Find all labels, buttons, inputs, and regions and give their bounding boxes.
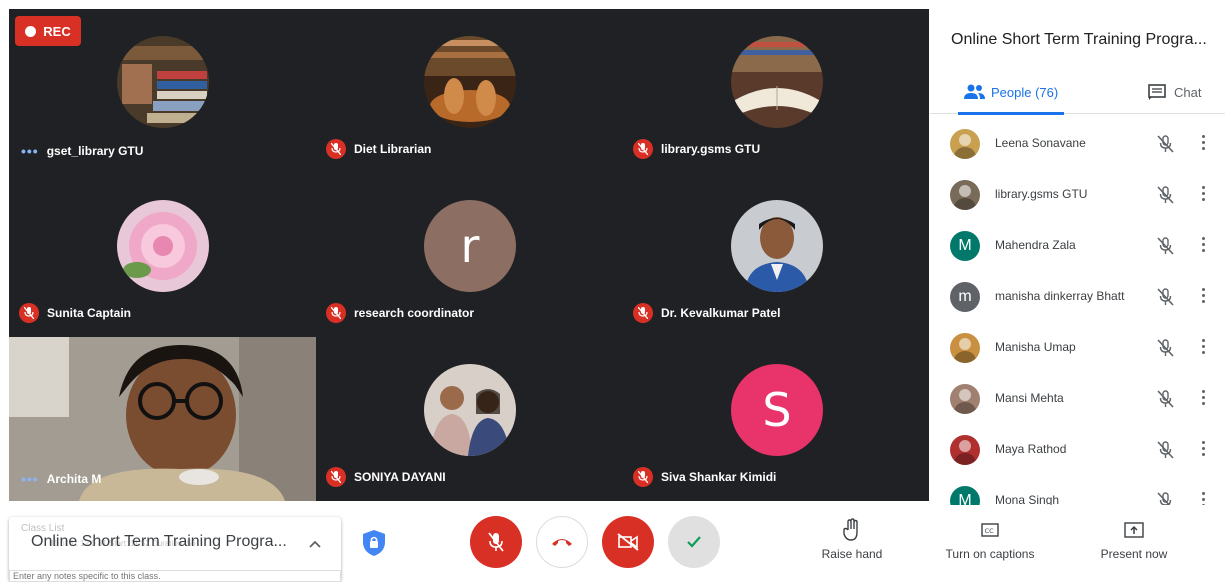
captions-button[interactable]: CC Turn on captions <box>930 517 1050 561</box>
participant-name: ••• Archita M <box>21 471 102 487</box>
participant-row[interactable]: Maya Rathod <box>930 425 1225 476</box>
tab-chat[interactable]: Chat <box>1148 70 1201 114</box>
participant-row[interactable]: library.gsms GTU <box>930 170 1225 221</box>
participant-name: SONIYA DAYANI <box>326 467 446 487</box>
participant-name: Manisha Umap <box>995 340 1076 354</box>
more-options-icon[interactable] <box>1202 441 1206 459</box>
leave-call-button[interactable] <box>536 516 588 568</box>
meeting-controls-bar: Class List 81 of 81 12 0 81 Start: 11:52… <box>0 505 1225 582</box>
attendance-check-button[interactable] <box>668 516 720 568</box>
avatar <box>424 36 516 128</box>
present-screen-icon <box>1124 522 1144 538</box>
tab-people[interactable]: People (76) <box>957 70 1065 115</box>
participant-row[interactable]: Manisha Umap <box>930 323 1225 374</box>
class-notes-input[interactable] <box>9 570 341 582</box>
participant-name: research coordinator <box>326 303 474 323</box>
present-now-button[interactable]: Present now <box>1074 517 1194 561</box>
mic-off-icon <box>1155 440 1175 465</box>
mic-off-icon <box>633 467 653 487</box>
panel-tabs: People (76) Chat <box>930 70 1225 115</box>
participant-name: Mansi Mehta <box>995 391 1064 405</box>
people-icon <box>964 84 985 99</box>
avatar <box>117 36 209 128</box>
participant-row[interactable]: Mansi Mehta <box>930 374 1225 425</box>
avatar: m <box>950 282 980 312</box>
avatar <box>117 200 209 292</box>
participant-tile[interactable]: library.gsms GTU <box>623 9 929 173</box>
avatar <box>731 200 823 292</box>
avatar <box>731 36 823 128</box>
participant-name: Siva Shankar Kimidi <box>633 467 776 487</box>
participant-name: Diet Librarian <box>326 139 431 159</box>
mic-off-icon <box>1155 185 1175 210</box>
mic-off-icon <box>1155 389 1175 414</box>
shield-lock-icon[interactable] <box>362 529 386 557</box>
speaking-indicator-icon: ••• <box>21 471 39 487</box>
avatar: S <box>731 364 823 456</box>
raise-hand-button[interactable]: Raise hand <box>792 517 912 561</box>
mic-off-icon <box>1155 338 1175 363</box>
mic-off-icon <box>1155 287 1175 312</box>
checkmark-icon <box>687 536 701 548</box>
mic-off-icon <box>1155 236 1175 261</box>
avatar <box>950 384 980 414</box>
participant-tile[interactable]: r research coordinator <box>316 173 622 337</box>
participant-name: Mahendra Zala <box>995 238 1076 252</box>
meeting-details-card[interactable]: Class List 81 of 81 12 0 81 Start: 11:52… <box>9 517 341 582</box>
camera-off-icon <box>617 533 639 551</box>
participant-name: Maya Rathod <box>995 442 1067 456</box>
more-options-icon[interactable] <box>1202 135 1206 153</box>
participant-name: Leena Sonavane <box>995 136 1086 150</box>
participant-name: library.gsms GTU <box>995 187 1088 201</box>
participant-tile[interactable]: S Siva Shankar Kimidi <box>623 337 929 501</box>
avatar <box>424 364 516 456</box>
participant-name: Sunita Captain <box>19 303 131 323</box>
avatar <box>950 333 980 363</box>
participant-name: Dr. Kevalkumar Patel <box>633 303 780 323</box>
avatar <box>950 435 980 465</box>
mic-off-icon <box>326 467 346 487</box>
meeting-title: Online Short Term Training Progra... <box>31 533 287 550</box>
participant-tile[interactable]: Dr. Kevalkumar Patel <box>623 173 929 337</box>
mic-off-icon <box>19 303 39 323</box>
more-options-icon[interactable] <box>1202 339 1206 357</box>
more-options-icon[interactable] <box>1202 288 1206 306</box>
video-grid: REC ••• gset_library GTU Diet Librarian l… <box>9 9 929 501</box>
mic-off-icon <box>326 139 346 159</box>
participant-video-archita[interactable]: ••• Archita M <box>9 337 316 501</box>
more-options-icon[interactable] <box>1202 390 1206 408</box>
mic-off-icon <box>1155 134 1175 159</box>
participant-row[interactable]: M Mahendra Zala <box>930 221 1225 272</box>
participant-name: ••• gset_library GTU <box>21 143 144 159</box>
participant-tile[interactable]: Diet Librarian <box>316 9 622 173</box>
speaking-indicator-icon: ••• <box>21 143 39 159</box>
camera-toggle-button[interactable] <box>602 516 654 568</box>
participant-name: manisha dinkerray Bhatt <box>995 289 1125 303</box>
svg-text:CC: CC <box>985 527 995 535</box>
mic-toggle-button[interactable] <box>470 516 522 568</box>
participant-row[interactable]: m manisha dinkerray Bhatt <box>930 272 1225 323</box>
participant-tile[interactable]: ••• gset_library GTU <box>9 9 315 173</box>
mic-off-icon <box>633 303 653 323</box>
captions-icon: CC <box>981 523 999 537</box>
avatar <box>950 180 980 210</box>
participant-name: library.gsms GTU <box>633 139 760 159</box>
chevron-up-icon[interactable] <box>308 537 322 551</box>
participant-row[interactable]: Leena Sonavane <box>930 119 1225 170</box>
avatar: M <box>950 231 980 261</box>
mic-off-icon <box>326 303 346 323</box>
chat-icon <box>1148 84 1166 100</box>
participant-tile[interactable]: SONIYA DAYANI <box>316 337 622 501</box>
panel-title: Online Short Term Training Progra... <box>951 31 1207 48</box>
hang-up-icon <box>552 539 572 546</box>
more-options-icon[interactable] <box>1202 237 1206 255</box>
mic-off-icon <box>633 139 653 159</box>
people-panel: Online Short Term Training Progra... Peo… <box>930 0 1225 516</box>
mic-off-icon <box>488 532 504 552</box>
raise-hand-icon <box>843 518 858 541</box>
more-options-icon[interactable] <box>1202 186 1206 204</box>
avatar: r <box>424 200 516 292</box>
avatar <box>950 129 980 159</box>
participant-tile[interactable]: Sunita Captain <box>9 173 315 337</box>
